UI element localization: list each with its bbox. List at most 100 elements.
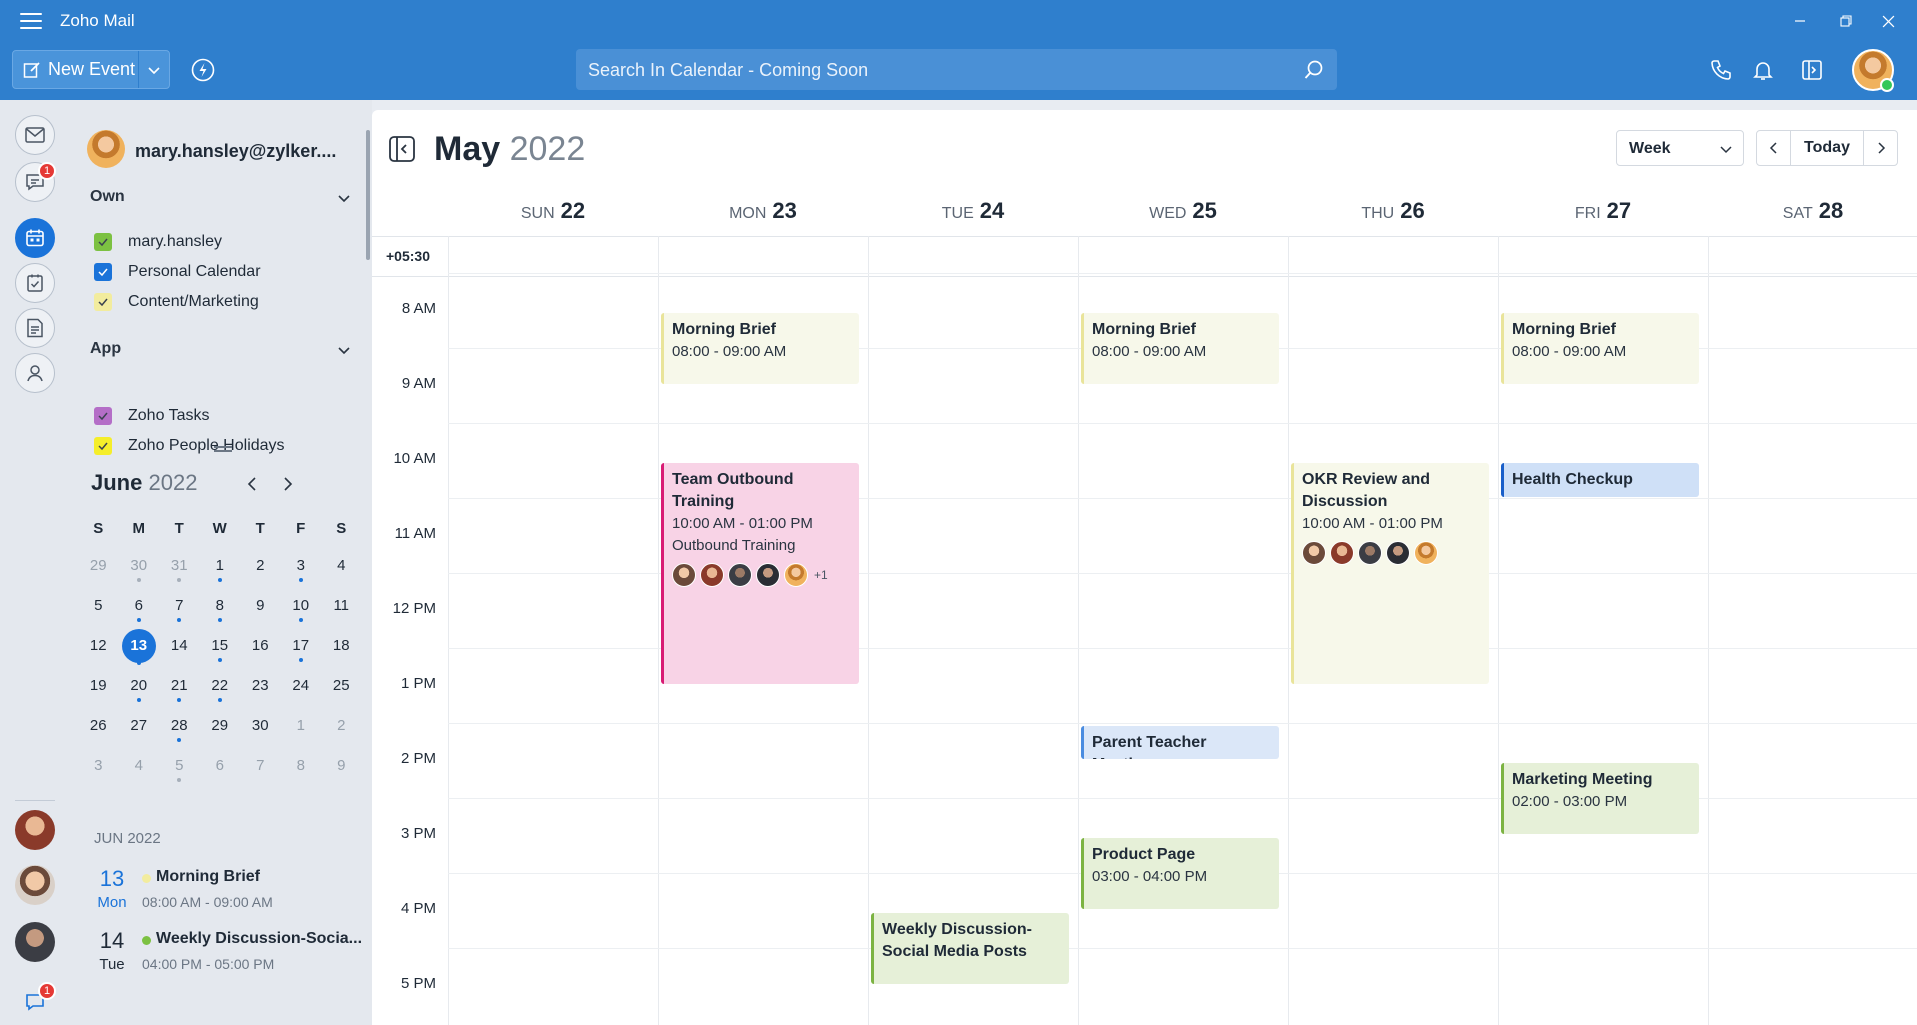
mini-day[interactable]: 12: [78, 630, 119, 670]
chevron-down-icon[interactable]: [336, 342, 352, 358]
new-event-main[interactable]: New Event: [13, 51, 140, 88]
event-attendees[interactable]: +1: [672, 563, 851, 587]
event-team-outbound-training[interactable]: Team Outbound Training 10:00 AM - 01:00 P…: [661, 463, 859, 684]
mini-day[interactable]: 7: [240, 750, 281, 790]
hamburger-menu-icon[interactable]: [20, 13, 42, 29]
mini-day[interactable]: 20: [119, 670, 160, 710]
today-button[interactable]: Today: [1791, 131, 1863, 165]
rail-contacts[interactable]: [15, 353, 55, 393]
app-calendar-item-0[interactable]: Zoho Tasks: [94, 404, 210, 428]
search-input[interactable]: Search In Calendar - Coming Soon: [576, 49, 1337, 90]
chevron-left-icon[interactable]: [243, 474, 263, 494]
previous-week-button[interactable]: [1757, 131, 1791, 165]
contact-avatar-2[interactable]: [15, 865, 55, 905]
mini-day[interactable]: 6: [119, 590, 160, 630]
phone-icon[interactable]: [1709, 58, 1733, 82]
app-calendar-item-1[interactable]: Zoho People Holidays: [94, 434, 285, 458]
week-grid[interactable]: +05:30 8 AM 9 AM 10 AM 11 AM 12 PM 1 PM 2 PM 3 …: [372, 236, 1917, 1025]
mini-day[interactable]: 16: [240, 630, 281, 670]
mini-day[interactable]: 28: [159, 710, 200, 750]
agenda-item[interactable]: 13 Mon Morning Brief 08:00 AM - 09:00 AM: [90, 862, 370, 918]
contact-avatar-1[interactable]: [15, 810, 55, 850]
mini-day[interactable]: 25: [321, 670, 362, 710]
mini-day[interactable]: 24: [281, 670, 322, 710]
close-button[interactable]: [1865, 6, 1911, 36]
sidebar-scrollbar[interactable]: [366, 130, 370, 260]
contact-avatar-3[interactable]: [15, 922, 55, 962]
agenda-item[interactable]: 14 Tue Weekly Discussion-Socia... 04:00 PM …: [90, 924, 370, 980]
collapse-sidebar-icon[interactable]: [388, 135, 416, 163]
chevron-down-icon[interactable]: [336, 190, 352, 206]
day-header-fri[interactable]: FRI 27: [1498, 198, 1708, 228]
rail-calendar[interactable]: [15, 218, 55, 258]
event-weekly-discussion-social-media-posts[interactable]: Weekly Discussion-Social Media Posts: [871, 913, 1069, 984]
new-event-button[interactable]: New Event: [12, 50, 170, 89]
own-calendar-item-1[interactable]: Personal Calendar: [94, 260, 261, 284]
mini-day[interactable]: 3: [78, 750, 119, 790]
quick-action-button[interactable]: [190, 57, 216, 83]
rail-notes[interactable]: [15, 308, 55, 348]
rail-tasks[interactable]: [15, 263, 55, 303]
mini-day[interactable]: 30: [240, 710, 281, 750]
mini-day[interactable]: 27: [119, 710, 160, 750]
event-health-checkup[interactable]: Health Checkup: [1501, 463, 1699, 497]
calendar-checkbox[interactable]: [94, 233, 112, 251]
mini-day[interactable]: 14: [159, 630, 200, 670]
next-week-button[interactable]: [1863, 131, 1897, 165]
day-header-thu[interactable]: THU 26: [1288, 198, 1498, 228]
mini-day[interactable]: 4: [321, 550, 362, 590]
mini-day[interactable]: 21: [159, 670, 200, 710]
day-header-sun[interactable]: SUN 22: [448, 198, 658, 228]
rail-mail[interactable]: [15, 115, 55, 155]
day-header-wed[interactable]: WED 25: [1078, 198, 1288, 228]
mini-day[interactable]: 8: [200, 590, 241, 630]
mini-day[interactable]: 26: [78, 710, 119, 750]
chevron-right-icon[interactable]: [277, 474, 297, 494]
calendar-checkbox[interactable]: [94, 407, 112, 425]
mini-day[interactable]: 29: [200, 710, 241, 750]
mini-day[interactable]: 5: [78, 590, 119, 630]
mini-day[interactable]: 18: [321, 630, 362, 670]
day-header-mon[interactable]: MON 23: [658, 198, 868, 228]
event-parent-teacher-meeting[interactable]: Parent Teacher Meeting: [1081, 725, 1279, 759]
calendar-checkbox[interactable]: [94, 293, 112, 311]
event-product-page[interactable]: Product Page 03:00 - 04:00 PM: [1081, 838, 1279, 909]
account-email[interactable]: mary.hansley@zylker....: [135, 141, 336, 162]
mini-day[interactable]: 31: [159, 550, 200, 590]
mini-day[interactable]: 19: [78, 670, 119, 710]
restore-button[interactable]: [1823, 6, 1869, 36]
mini-day[interactable]: 6: [200, 750, 241, 790]
mini-day-today[interactable]: 13: [119, 629, 160, 670]
mini-day[interactable]: 4: [119, 750, 160, 790]
view-dropdown[interactable]: Week: [1616, 130, 1744, 166]
minimize-button[interactable]: [1777, 6, 1823, 36]
mini-day[interactable]: 8: [281, 750, 322, 790]
mini-day[interactable]: 1: [281, 710, 322, 750]
calendar-checkbox[interactable]: [94, 437, 112, 455]
mini-day[interactable]: 29: [78, 550, 119, 590]
mini-day[interactable]: 1: [200, 550, 241, 590]
mini-day[interactable]: 30: [119, 550, 160, 590]
event-attendees[interactable]: [1302, 541, 1481, 565]
mini-day[interactable]: 3: [281, 550, 322, 590]
new-event-dropdown[interactable]: [139, 51, 169, 88]
event-okr-review-and-discussion[interactable]: OKR Review and Discussion 10:00 AM - 01:0…: [1291, 463, 1489, 684]
mini-day[interactable]: 17: [281, 630, 322, 670]
day-header-sat[interactable]: SAT 28: [1708, 198, 1917, 228]
panel-toggle-icon[interactable]: [1800, 58, 1824, 82]
mini-day[interactable]: 7: [159, 590, 200, 630]
bell-icon[interactable]: [1751, 58, 1775, 82]
mini-day[interactable]: 15: [200, 630, 241, 670]
event-morning-brief[interactable]: Morning Brief 08:00 - 09:00 AM: [1501, 313, 1699, 384]
mini-day[interactable]: 11: [321, 590, 362, 630]
own-calendar-item-0[interactable]: mary.hansley: [94, 230, 222, 254]
event-marketing-meeting[interactable]: Marketing Meeting 02:00 - 03:00 PM: [1501, 763, 1699, 834]
mini-day[interactable]: 23: [240, 670, 281, 710]
day-header-tue[interactable]: TUE 24: [868, 198, 1078, 228]
mini-day[interactable]: 9: [321, 750, 362, 790]
mini-day[interactable]: 5: [159, 750, 200, 790]
mini-day[interactable]: 2: [240, 550, 281, 590]
own-calendar-item-2[interactable]: Content/Marketing: [94, 290, 259, 314]
resize-handle[interactable]: [214, 446, 232, 452]
event-morning-brief[interactable]: Morning Brief 08:00 - 09:00 AM: [661, 313, 859, 384]
